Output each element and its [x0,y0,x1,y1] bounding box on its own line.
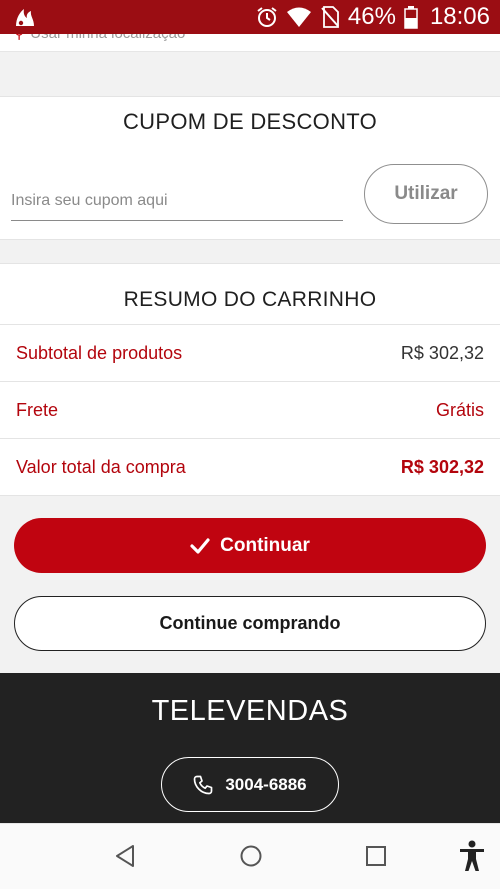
phone-icon [193,775,213,794]
map-pin-icon: ⚲ [14,34,24,42]
home-icon[interactable] [239,844,263,868]
total-value: R$ 302,32 [400,456,484,477]
location-strip[interactable]: ⚲ Usar minha localização [0,34,500,52]
total-row: Valor total da compra R$ 302,32 [0,439,500,496]
system-nav-bar [0,823,500,889]
no-sim-icon [321,6,339,28]
shipping-row: Frete Grátis [0,382,500,439]
wifi-icon [286,7,311,27]
total-label: Valor total da compra [16,456,186,477]
shipping-value: Grátis [435,399,484,420]
back-icon[interactable] [114,844,136,868]
status-bar: 46% 18:06 [0,0,500,34]
check-icon [190,537,210,554]
subtotal-value: R$ 302,32 [400,342,484,363]
televendas-title: TELEVENDAS [151,695,349,727]
phone-button[interactable]: 3004-6886 [161,757,339,812]
alarm-icon [257,7,277,27]
phone-number: 3004-6886 [225,774,307,794]
televendas-footer: TELEVENDAS 3004-6886 [0,673,500,823]
subtotal-label: Subtotal de produtos [16,342,183,363]
shipping-label: Frete [16,399,59,420]
clock: 18:06 [429,3,490,30]
use-coupon-button[interactable]: Utilizar [364,164,488,224]
coupon-title: CUPOM DE DESCONTO [122,109,378,134]
summary-title: RESUMO DO CARRINHO [123,288,377,311]
coupon-input[interactable] [11,181,343,221]
continue-label: Continuar [220,534,310,556]
cart-summary-card: RESUMO DO CARRINHO Subtotal de produtos … [0,263,500,496]
location-text: Usar minha localização [30,34,185,42]
coupon-card: CUPOM DE DESCONTO Utilizar [0,96,500,240]
notification-app-icon [16,9,34,26]
subtotal-row: Subtotal de produtos R$ 302,32 [0,325,500,382]
continue-shopping-button[interactable]: Continue comprando [14,596,486,651]
summary-rows: Subtotal de produtos R$ 302,32 Frete Grá… [0,324,500,496]
battery-percentage: 46% [347,3,396,30]
recents-icon[interactable] [365,844,387,868]
battery-icon [404,6,418,29]
accessibility-icon[interactable] [458,840,486,872]
continue-button[interactable]: Continuar [14,518,486,573]
